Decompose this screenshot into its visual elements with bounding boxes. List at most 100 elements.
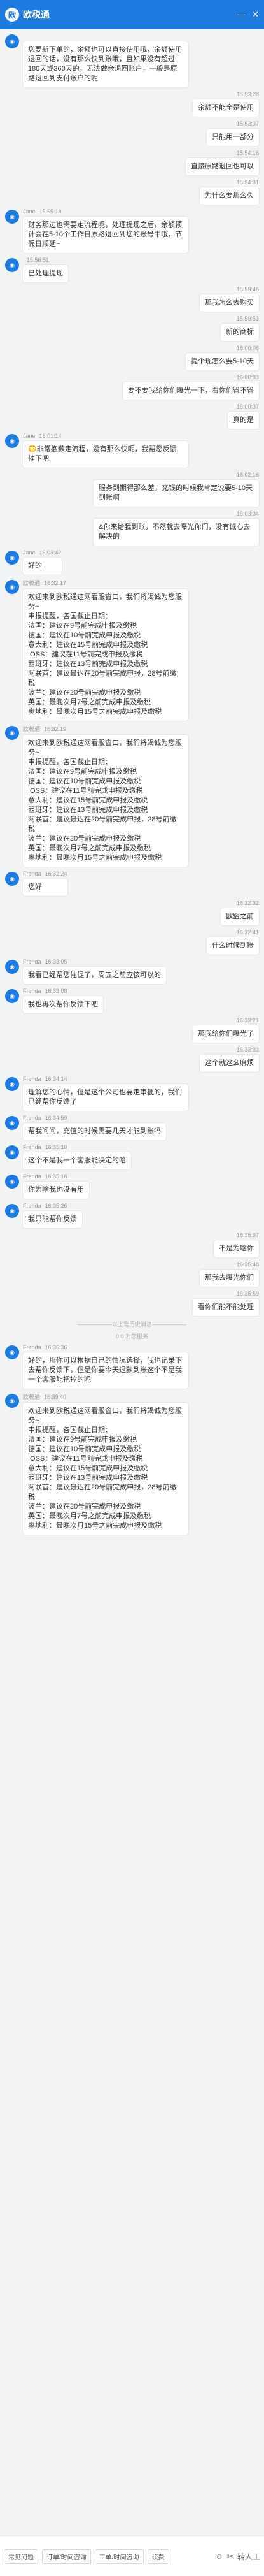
sender-name: Frenda bbox=[23, 1203, 41, 1209]
avatar: ◉ bbox=[5, 872, 19, 886]
message-time: 16:35:16 bbox=[45, 1173, 67, 1180]
message-bubble: 😳非常抱歉走流程，没有那么快呢，我帮您反馈催下吧 bbox=[23, 441, 188, 468]
message-bubble: 理解您的心情，但是这个公司也要走审批的，我们已经帮你反馈了 bbox=[23, 1084, 188, 1111]
sender-name: Frenda bbox=[23, 1344, 41, 1350]
message-time: 16:32:17 bbox=[44, 580, 67, 586]
message-bubble: 只能用一部分 bbox=[207, 129, 259, 146]
message-bubble: &你来给我到账，不然就去曝光你们，没有诚心去解决的 bbox=[94, 519, 259, 546]
page-title: 欧税通 bbox=[23, 10, 50, 20]
attach-icon[interactable]: ✂ bbox=[227, 2552, 233, 2561]
agent-message: ◉ Jane 16:03:42 好的 bbox=[5, 549, 259, 575]
sender-name: Frenda bbox=[23, 1076, 41, 1082]
user-message: 15:59:53 新的商标 bbox=[5, 315, 259, 341]
agent-message: ◉ Frenda 16:34:14 理解您的心情，但是这个公司也要走审批的，我们已经帮… bbox=[5, 1076, 259, 1111]
user-message: 16:02:16 服务到期得那么差，充钱的时候我肯定说要5-10天到账啊 bbox=[5, 472, 259, 507]
message-meta: Jane 15:55:18 bbox=[23, 208, 188, 215]
service-note: 0 0 为您服务 bbox=[115, 1333, 148, 1340]
message-time: 16:32:19 bbox=[44, 726, 67, 732]
message-bubble: 欧盟之前 bbox=[221, 908, 259, 925]
bottom-bar: 常见问题 订单/时间咨询 工单/时间咨询 续费 ☺ ✂ 转人工 bbox=[0, 2536, 264, 2576]
message-time: 16:32:41 bbox=[236, 929, 259, 936]
agent-message: ◉ 15:56:51 已处理提现 bbox=[5, 257, 259, 282]
avatar: ◉ bbox=[5, 989, 19, 1003]
message-time: 16:35:59 bbox=[236, 1291, 259, 1297]
chat-feed[interactable]: ◉ 您要新下单的，余额也可以直接使用哦，余额使用退回的话，没有那么快到账哦，且如果… bbox=[0, 29, 264, 2536]
avatar: ◉ bbox=[5, 580, 19, 594]
message-bubble: 已处理提现 bbox=[23, 265, 68, 282]
message-time: 16:34:59 bbox=[45, 1115, 67, 1121]
transfer-human-button[interactable]: 转人工 bbox=[237, 2551, 260, 2562]
agent-message: ◉ Jane 16:01:14 😳非常抱歉走流程，没有那么快呢，我帮您反馈催下吧 bbox=[5, 433, 259, 468]
user-message: 16:35:37 不是为啥你 bbox=[5, 1232, 259, 1257]
close-icon[interactable]: ✕ bbox=[252, 10, 259, 20]
message-bubble: 我也再次帮你反馈下吧 bbox=[23, 996, 103, 1013]
message-time: 15:53:28 bbox=[236, 91, 259, 98]
message-bubble: 帮我问问，充值的时候需要几天才能到账吗 bbox=[23, 1123, 166, 1140]
sender-name: Frenda bbox=[23, 1144, 41, 1150]
message-meta: 欧税通 16:39:40 bbox=[23, 1393, 188, 1401]
sender-name: Frenda bbox=[23, 959, 41, 965]
avatar: ◉ bbox=[5, 960, 19, 974]
agent-message: ◉ 欧税通 16:39:40 欢迎来到欧税通速网看服窗口，我们将竭诚为您服务~ 申报提… bbox=[5, 1393, 259, 1535]
history-divider: ——————以上是历史消息—————— bbox=[77, 1321, 186, 1328]
message-bubble: 好的，那你可以根据自己的情况选择，我也记录下去帮你反馈下，但是你要今天退款到账这… bbox=[23, 1352, 188, 1389]
user-message: 16:35:48 那我去曝光你们 bbox=[5, 1261, 259, 1287]
sender-name: Jane bbox=[23, 549, 36, 556]
quick-reply-renew[interactable]: 续费 bbox=[147, 2549, 169, 2564]
avatar: ◉ bbox=[5, 34, 19, 48]
user-message: 15:53:28 余额不能全是使用 bbox=[5, 91, 259, 117]
agent-message: ◉ 您要新下单的，余额也可以直接使用哦，余额使用退回的话，没有那么快到账哦，且如果… bbox=[5, 33, 259, 87]
message-time: 16:00:33 bbox=[236, 374, 259, 380]
message-time: 16:02:16 bbox=[236, 472, 259, 478]
message-time: 16:01:14 bbox=[39, 433, 62, 439]
message-bubble: 好的 bbox=[23, 558, 62, 575]
message-bubble: 这个不是我一个客服能决定的哈 bbox=[23, 1152, 131, 1169]
message-time: 15:59:53 bbox=[236, 315, 259, 322]
avatar: ◉ bbox=[5, 210, 19, 224]
sender-name: 欧税通 bbox=[23, 580, 41, 586]
message-time: 16:36:36 bbox=[45, 1344, 67, 1350]
message-bubble: 直接原路退回也可以 bbox=[186, 158, 259, 175]
quick-reply-order[interactable]: 订单/时间咨询 bbox=[42, 2549, 91, 2564]
message-meta: Frenda 16:34:14 bbox=[23, 1076, 188, 1082]
message-meta: 15:56:51 bbox=[23, 257, 68, 263]
user-message: 16:03:34 &你来给我到账，不然就去曝光你们，没有诚心去解决的 bbox=[5, 510, 259, 546]
quick-reply-ticket[interactable]: 工单/时间咨询 bbox=[94, 2549, 144, 2564]
message-time: 16:35:48 bbox=[236, 1261, 259, 1268]
quick-reply-faq[interactable]: 常见问题 bbox=[4, 2549, 38, 2564]
message-time: 16:35:37 bbox=[236, 1232, 259, 1238]
message-time: 16:33:08 bbox=[45, 988, 67, 994]
avatar: ◉ bbox=[5, 1077, 19, 1091]
avatar: ◉ bbox=[5, 1116, 19, 1130]
message-bubble: 新的商标 bbox=[221, 324, 259, 341]
avatar: ◉ bbox=[5, 726, 19, 740]
agent-message: ◉ Frenda 16:34:59 帮我问问，充值的时候需要几天才能到账吗 bbox=[5, 1115, 259, 1140]
message-time: 16:32:32 bbox=[236, 900, 259, 906]
user-message: 15:53:37 只能用一部分 bbox=[5, 120, 259, 146]
agent-message: ◉ Frenda 16:32:24 您好 bbox=[5, 871, 259, 896]
sender-name: 欧税通 bbox=[23, 1394, 41, 1400]
message-meta: Frenda 16:36:36 bbox=[23, 1344, 188, 1350]
avatar: ◉ bbox=[5, 258, 19, 272]
avatar: ◉ bbox=[5, 1175, 19, 1189]
message-meta: Frenda 16:35:16 bbox=[23, 1173, 89, 1180]
message-bubble: 那我去曝光你们 bbox=[200, 1270, 259, 1287]
message-bubble: 欢迎来到欧税通速网看服窗口，我们将竭诚为您服务~ 申报提醒，各国截止日期： 法国… bbox=[23, 735, 188, 867]
user-message: 16:00:37 真的是 bbox=[5, 403, 259, 429]
user-message: 16:33:21 那我给你们曝光了 bbox=[5, 1017, 259, 1043]
message-bubble: 服务到期得那么差，充钱的时候我肯定说要5-10天到账啊 bbox=[94, 480, 259, 507]
message-meta: Jane 16:03:42 bbox=[23, 549, 62, 556]
message-bubble: 余额不能全是使用 bbox=[193, 99, 259, 117]
message-meta: Frenda 16:33:08 bbox=[23, 988, 103, 994]
avatar: ◉ bbox=[5, 551, 19, 565]
message-time: 16:32:24 bbox=[45, 871, 67, 877]
message-time: 16:03:42 bbox=[39, 549, 62, 556]
emoji-icon[interactable]: ☺ bbox=[216, 2552, 223, 2561]
user-message: 16:32:41 什么时候到账 bbox=[5, 929, 259, 955]
message-time: 16:33:33 bbox=[236, 1046, 259, 1053]
minimize-icon[interactable]: — bbox=[237, 10, 246, 20]
avatar: ◉ bbox=[5, 1145, 19, 1159]
message-bubble: 那我给你们曝光了 bbox=[193, 1025, 259, 1043]
agent-message: ◉ Frenda 16:35:26 我只能帮你反馈 bbox=[5, 1203, 259, 1228]
agent-message: ◉ Frenda 16:35:10 这个不是我一个客服能决定的哈 bbox=[5, 1144, 259, 1169]
